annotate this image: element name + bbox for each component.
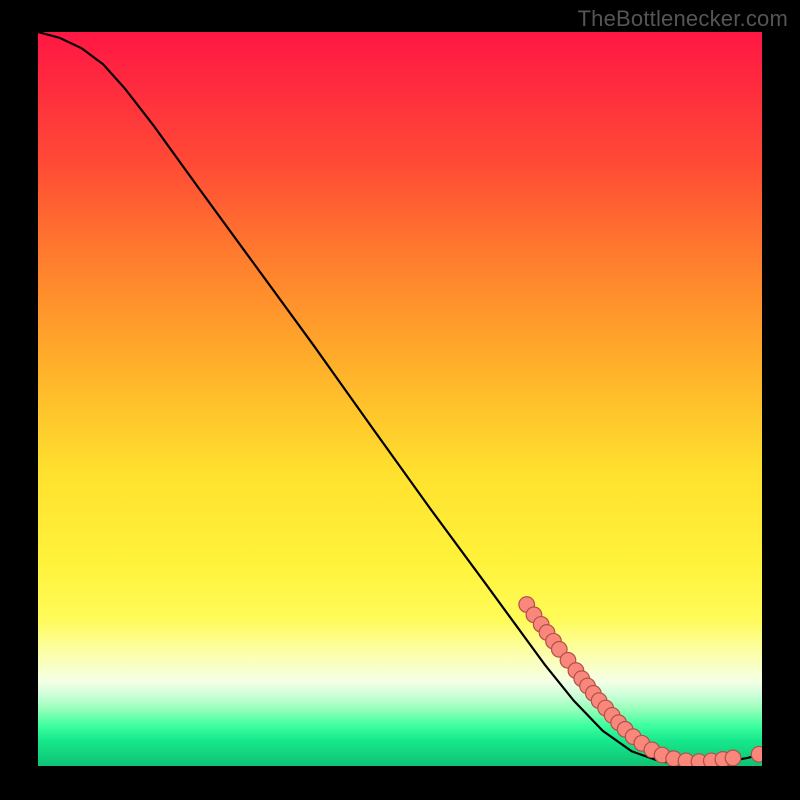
data-marker xyxy=(725,750,741,766)
chart-frame: TheBottlenecker.com xyxy=(0,0,800,800)
plot-area xyxy=(38,32,762,766)
gradient-background xyxy=(38,32,762,766)
chart-svg xyxy=(38,32,762,766)
data-marker xyxy=(751,746,762,762)
attribution-label: TheBottlenecker.com xyxy=(578,6,788,32)
